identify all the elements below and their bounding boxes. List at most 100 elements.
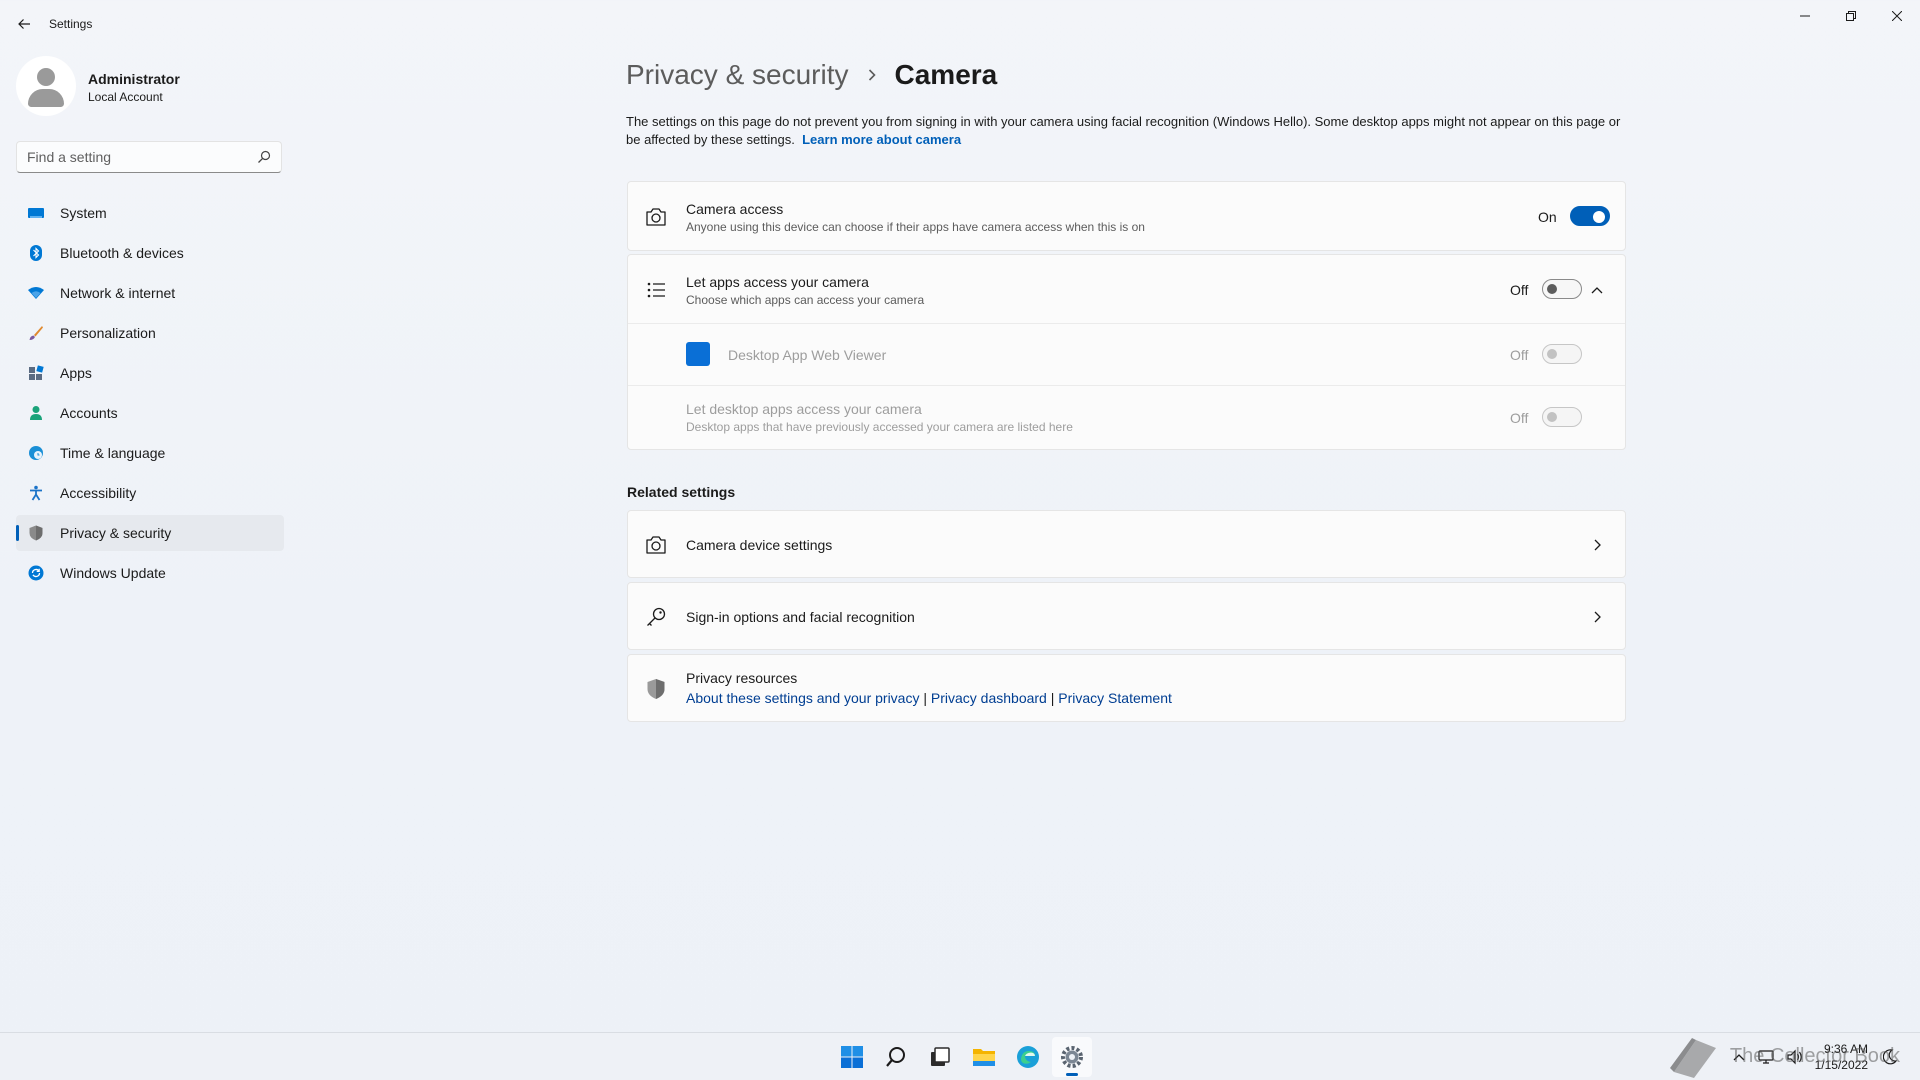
sidebar-item-personalization[interactable]: Personalization — [16, 315, 284, 351]
sidebar-item-network[interactable]: Network & internet — [16, 275, 284, 311]
description-text: The settings on this page do not prevent… — [626, 114, 1621, 147]
sidebar-nav: System Bluetooth & devices Network & int… — [16, 195, 284, 595]
close-button[interactable] — [1874, 0, 1920, 32]
task-view-button[interactable] — [920, 1037, 960, 1077]
edge-icon — [1017, 1046, 1039, 1068]
wifi-icon — [28, 285, 44, 301]
tray-overflow-button[interactable] — [1728, 1046, 1750, 1068]
file-explorer-button[interactable] — [964, 1037, 1004, 1077]
moon-icon — [1883, 1049, 1897, 1065]
sidebar-item-label: Apps — [60, 365, 92, 381]
sidebar-item-bluetooth[interactable]: Bluetooth & devices — [16, 235, 284, 271]
clock-date: 1/15/2022 — [1814, 1058, 1868, 1072]
avatar — [16, 56, 76, 116]
task-view-icon — [931, 1047, 950, 1066]
sidebar-item-time-language[interactable]: Time & language — [16, 435, 284, 471]
desktop-apps-subtitle: Desktop apps that have previously access… — [686, 420, 1073, 434]
shield-icon — [28, 525, 44, 541]
sidebar-item-accounts[interactable]: Accounts — [16, 395, 284, 431]
app-state: Off — [1510, 347, 1529, 363]
camera-device-settings-label: Camera device settings — [686, 537, 833, 553]
sidebar-item-privacy-security[interactable]: Privacy & security — [16, 515, 284, 551]
search-icon[interactable] — [257, 150, 271, 164]
network-icon — [1758, 1050, 1774, 1064]
restore-button[interactable] — [1828, 0, 1874, 32]
link-separator: | — [1050, 690, 1055, 706]
window-controls — [1782, 0, 1920, 32]
privacy-dashboard-link[interactable]: Privacy dashboard — [931, 690, 1047, 706]
app-name: Desktop App Web Viewer — [728, 347, 887, 363]
app-title: Settings — [49, 17, 93, 31]
person-icon — [28, 405, 44, 421]
sidebar-item-label: System — [60, 205, 107, 221]
start-button[interactable] — [832, 1037, 872, 1077]
camera-access-card: Camera access Anyone using this device c… — [627, 181, 1626, 251]
update-icon — [28, 565, 44, 581]
search-box — [16, 141, 282, 173]
breadcrumb: Privacy & security Camera — [626, 54, 997, 96]
desktop-apps-title: Let desktop apps access your camera — [686, 401, 922, 417]
chevron-up-icon[interactable] — [1589, 282, 1605, 298]
notifications-button[interactable] — [1879, 1046, 1901, 1068]
privacy-resources-title: Privacy resources — [686, 670, 798, 686]
privacy-resources-links: About these settings and your privacy | … — [686, 690, 1172, 706]
minimize-button[interactable] — [1782, 0, 1828, 32]
desktop-apps-toggle[interactable] — [1542, 407, 1582, 427]
shield-icon — [644, 677, 668, 701]
monitor-icon — [28, 205, 44, 221]
camera-access-state: On — [1538, 209, 1557, 225]
camera-device-settings-card[interactable]: Camera device settings — [627, 510, 1626, 578]
brush-icon — [28, 325, 44, 341]
camera-access-toggle[interactable] — [1570, 206, 1610, 226]
taskbar-apps — [830, 1033, 1094, 1080]
breadcrumb-parent[interactable]: Privacy & security — [626, 59, 849, 91]
sidebar-item-label: Time & language — [60, 445, 166, 461]
sign-in-options-card[interactable]: Sign-in options and facial recognition — [627, 582, 1626, 650]
settings-taskbar-button[interactable] — [1052, 1037, 1092, 1077]
apps-icon — [28, 365, 44, 381]
volume-icon — [1787, 1049, 1802, 1065]
taskbar: 9:36 AM 1/15/2022 — [0, 1032, 1920, 1080]
taskbar-search-button[interactable] — [876, 1037, 916, 1077]
minimize-icon — [1800, 15, 1810, 17]
bluetooth-icon — [28, 245, 44, 261]
system-tray: 9:36 AM 1/15/2022 — [1725, 1033, 1904, 1080]
edge-button[interactable] — [1008, 1037, 1048, 1077]
sidebar-item-label: Accounts — [60, 405, 118, 421]
sidebar-item-label: Network & internet — [60, 285, 176, 301]
camera-access-title: Camera access — [686, 201, 784, 217]
about-privacy-link[interactable]: About these settings and your privacy — [686, 690, 919, 706]
app-tile-icon — [686, 342, 710, 366]
sidebar-item-label: Accessibility — [60, 485, 137, 501]
camera-icon — [644, 205, 668, 229]
account-type: Local Account — [88, 90, 163, 104]
search-icon — [886, 1047, 905, 1067]
privacy-resources-card: Privacy resources About these settings a… — [627, 654, 1626, 722]
settings-gear-icon — [1061, 1046, 1083, 1068]
sidebar-item-apps[interactable]: Apps — [16, 355, 284, 391]
network-tray-button[interactable] — [1756, 1046, 1778, 1068]
apps-access-subtitle: Choose which apps can access your camera — [686, 293, 925, 307]
related-settings-heading: Related settings — [627, 484, 736, 500]
camera-icon — [644, 533, 668, 557]
user-profile[interactable]: Administrator Local Account — [16, 56, 286, 120]
user-name: Administrator — [88, 71, 180, 87]
camera-access-subtitle: Anyone using this device can choose if t… — [686, 220, 1145, 234]
back-button[interactable] — [12, 12, 36, 36]
apps-access-toggle[interactable] — [1542, 279, 1582, 299]
apps-access-state: Off — [1510, 282, 1529, 298]
learn-more-link[interactable]: Learn more about camera — [802, 132, 961, 147]
chevron-right-icon — [1589, 537, 1605, 553]
search-input[interactable] — [17, 142, 267, 172]
taskbar-clock[interactable]: 9:36 AM 1/15/2022 — [1815, 1041, 1868, 1073]
chevron-right-icon — [1589, 609, 1605, 625]
chevron-up-icon — [1733, 1054, 1745, 1061]
volume-tray-button[interactable] — [1784, 1046, 1806, 1068]
sidebar-item-windows-update[interactable]: Windows Update — [16, 555, 284, 591]
app-toggle[interactable] — [1542, 344, 1582, 364]
restore-icon — [1846, 11, 1856, 21]
sidebar-item-system[interactable]: System — [16, 195, 284, 231]
privacy-statement-link[interactable]: Privacy Statement — [1058, 690, 1172, 706]
sidebar-item-accessibility[interactable]: Accessibility — [16, 475, 284, 511]
accessibility-icon — [28, 485, 44, 501]
